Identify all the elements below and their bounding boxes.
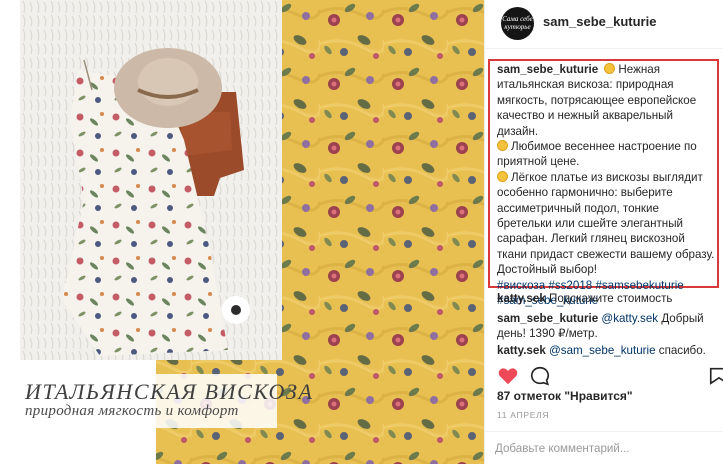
comment-icon[interactable] (529, 365, 551, 387)
share-icon[interactable] (708, 365, 723, 387)
comment-username[interactable]: katty.sek (497, 292, 546, 305)
comment-item: katty.sek @sam_sebe_kuturie спасибо. (497, 343, 716, 358)
post-caption: sam_sebe_kuturie Нежная итальянская виск… (497, 62, 716, 309)
caption-paragraph-2: Любимое весеннее настроение по приятной … (497, 140, 697, 169)
comment-text: спасибо. (658, 344, 706, 357)
post-date[interactable]: 11 АПРЕЛЯ (497, 410, 549, 420)
avatar[interactable]: Сама себе кутюрье (501, 7, 534, 40)
caption-username[interactable]: sam_sebe_kuturie (497, 63, 598, 76)
overlay-subtitle: природная мягкость и комфорт (25, 403, 239, 419)
comment-item: sam_sebe_kuturie @katty.sek Добрый день!… (497, 311, 716, 342)
sunflower-emoji-icon (604, 63, 616, 74)
sunflower-emoji-icon (497, 170, 508, 182)
post-actions (485, 360, 723, 392)
post-header: Сама себе кутюрье sam_sebe_kuturie (485, 0, 723, 49)
heart-icon[interactable] (497, 365, 519, 387)
post-photo[interactable]: ИТАЛЬЯНСКАЯ ВИСКОЗА природная мягкость и… (0, 0, 484, 464)
likes-count[interactable]: 87 отметок "Нравится" (497, 389, 633, 403)
comment-mention[interactable]: @sam_sebe_kuturie (549, 344, 656, 357)
caption-paragraph-3: Лёгкое платье из вискозы выглядит особен… (497, 170, 715, 277)
post-sidebar: Сама себе кутюрье sam_sebe_kuturie sam_s… (484, 0, 723, 464)
sunflower-emoji-icon (497, 140, 508, 152)
comment-text: Подскажите стоимость (549, 292, 673, 305)
overlay-title: ИТАЛЬЯНСКАЯ ВИСКОЗА (25, 379, 314, 404)
comment-mention[interactable]: @katty.sek (601, 312, 658, 325)
add-comment-section (485, 431, 723, 465)
header-username[interactable]: sam_sebe_kuturie (543, 14, 656, 29)
comment-item: katty.sek Подскажите стоимость (497, 291, 716, 306)
add-comment-input[interactable] (495, 439, 705, 457)
comment-username[interactable]: katty.sek (497, 344, 546, 357)
avatar-logo-text: Сама себе кутюрье (502, 15, 533, 31)
comment-username[interactable]: sam_sebe_kuturie (497, 312, 598, 325)
